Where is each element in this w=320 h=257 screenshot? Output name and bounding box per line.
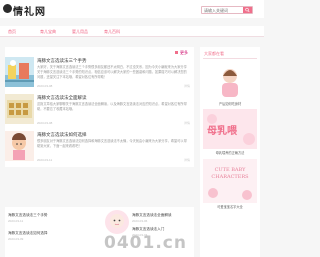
search-button[interactable]	[243, 7, 252, 13]
site-logo[interactable]: 情礼网	[3, 2, 49, 18]
list-item[interactable]: 海豚文言选读法三个手势 大家好，关于海豚文言选读法三个手势很多朋友都还不太明白，…	[5, 57, 194, 94]
article-detail-link[interactable]: 详情	[184, 158, 190, 162]
sidebar-card-image[interactable]: 母乳喂	[203, 109, 257, 149]
article-list: 更多 海豚文言选读法三个手势 大家好，关于海豚文言选读法三个手势很多朋友都还不太…	[5, 47, 194, 167]
article-detail-link[interactable]: 详情	[184, 121, 190, 125]
list-item[interactable]: 海豚文言选读法如何选择 很多朋友对于海豚文言选读法如何选择和海豚文言选读法不太懂…	[5, 131, 194, 168]
article-date: 2023-03-11	[37, 158, 53, 162]
article-title[interactable]: 海豚文言选读法三个手势	[37, 58, 87, 64]
sidebar-card-caption[interactable]: 母乳喂养的正确方法	[203, 150, 257, 155]
article-detail-link[interactable]: 详情	[184, 84, 190, 88]
list-date: 2023-03-06	[132, 219, 148, 223]
article-summary: 大家好，关于海豚文言选读法三个手势很多朋友都还不太明白，不过没关系，因为今天小编…	[37, 65, 187, 79]
watermark-text: 0401.cn	[104, 233, 187, 253]
list-item[interactable]: 海豚文言选读法全面解读	[132, 213, 172, 218]
article-summary: 很多朋友对于海豚文言选读法如何选择和海豚文言选读法不太懂，今天就由小编来为大家分…	[37, 139, 187, 148]
nav-item-home[interactable]: 首页	[8, 29, 16, 35]
article-thumbnail-image	[5, 131, 34, 161]
article-thumbnail[interactable]	[5, 131, 34, 161]
article-title[interactable]: 海豚文言选读法如何选择	[37, 132, 87, 138]
divider	[203, 58, 257, 59]
nav-item-encyclopedia[interactable]: 育儿百科	[104, 29, 120, 35]
nav-item-parenting[interactable]: 育儿宝典	[40, 29, 56, 35]
sidebar-card-caption[interactable]: 可爱宝宝名字大全	[203, 204, 257, 209]
more-icon	[175, 51, 178, 54]
article-thumbnail[interactable]	[5, 94, 34, 124]
article-thumbnail[interactable]	[5, 57, 34, 87]
sidebar-card-image[interactable]	[203, 62, 257, 100]
more-link[interactable]: 更多	[180, 50, 188, 56]
baby-face-icon	[105, 210, 129, 234]
page: 情礼网 首页 育儿宝典 婴儿用品 育儿百科 更多	[0, 0, 264, 257]
article-date: 2023-03-08	[37, 121, 53, 125]
list-item[interactable]: 海豚文言选读法如何选择	[8, 231, 48, 236]
search-box	[201, 6, 253, 14]
article-title[interactable]: 海豚文言选读法全面解读	[37, 95, 87, 101]
list-header: 更多	[9, 49, 190, 57]
list-item[interactable]: 海豚文言选读法全面解读 这篇文章给大家聊聊关于海豚文言选读法全面解读，以及海豚文…	[5, 94, 194, 131]
related-column-left: 海豚文言选读法三个手势 2023-03-11 海豚文言选读法如何选择 2023-…	[5, 207, 95, 257]
sidebar-card-image[interactable]: CUTE BABY CHARACTERS	[203, 159, 257, 203]
sidebar-card-3-image	[203, 159, 257, 203]
nav-item-baby-products[interactable]: 婴儿用品	[72, 29, 88, 35]
main-nav: 首页 育儿宝典 婴儿用品 育儿百科	[0, 26, 264, 37]
article-date: 2023-03-08	[37, 84, 53, 88]
list-item[interactable]: 海豚文言选读法三个手势	[8, 213, 48, 218]
sidebar-card-caption[interactable]: 产后如何吃身材	[203, 101, 257, 106]
search-input[interactable]	[204, 7, 242, 13]
logo-text: 情礼网	[13, 7, 46, 18]
sidebar: 大家都在看 产后如何吃身材 母乳喂 母乳喂养的正确方法 CUTE BABY CH…	[200, 47, 260, 257]
logo-icon	[3, 4, 12, 13]
list-item[interactable]: 海豚文言选读法入门	[132, 227, 164, 232]
site-header: 情礼网	[0, 0, 264, 18]
sidebar-card-2-text: 母乳喂	[207, 126, 237, 137]
list-date: 2023-03-09	[8, 237, 24, 241]
sidebar-card-1-image	[203, 62, 257, 100]
list-date: 2023-03-11	[8, 219, 24, 223]
article-thumbnail-image	[5, 57, 34, 87]
sidebar-title: 大家都在看	[204, 51, 224, 56]
watermark: 0401.cn	[104, 233, 254, 253]
search-icon	[245, 7, 250, 13]
article-summary: 这篇文章给大家聊聊关于海豚文言选读法全面解读，以及海豚文言选读法对应的知识点，希…	[37, 102, 187, 111]
sidebar-card-3-text: CUTE BABY CHARACTERS	[211, 167, 249, 180]
article-thumbnail-image	[5, 94, 34, 124]
